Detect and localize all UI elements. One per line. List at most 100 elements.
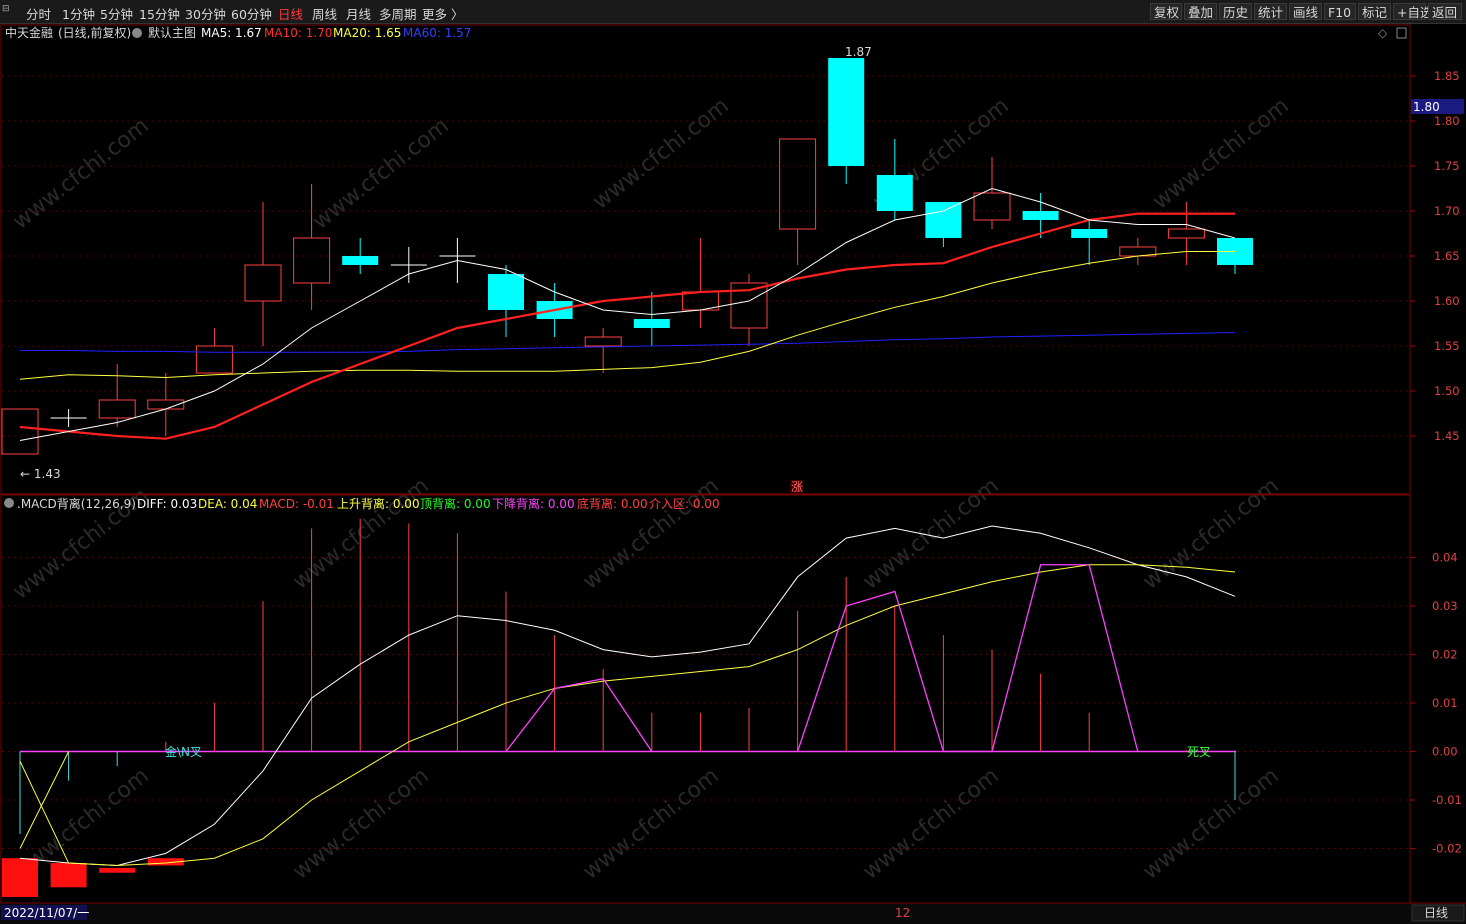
golden-cross-text: 金\N叉 xyxy=(165,744,202,759)
main-panel-border xyxy=(0,24,1411,495)
watermark-1: www.cfchi.com xyxy=(308,113,453,234)
candle-body-down xyxy=(342,256,379,265)
macd-tick-label-5: -0.01 xyxy=(1432,793,1462,807)
candle-body-down xyxy=(488,274,524,310)
macd-tick-label-6: -0.02 xyxy=(1432,842,1462,856)
ma5-line xyxy=(19,187,1236,441)
candle-body-down xyxy=(633,319,670,328)
ma60-label: MA60: 1.57 xyxy=(403,26,471,40)
macd-tick-label-4: 0.00 xyxy=(1432,745,1458,759)
divergence-line-0 xyxy=(505,678,653,752)
macd-tick-label-0: 0.04 xyxy=(1432,551,1458,565)
candle-body-up xyxy=(1167,228,1205,239)
bottom-div-label: 底背离: 0.00 xyxy=(577,496,648,511)
period-note: (日线,前复权) xyxy=(58,25,131,40)
macd-tick-label-3: 0.01 xyxy=(1432,696,1458,710)
divergence-line-1 xyxy=(796,564,1139,753)
ma20-label: MA20: 1.65 xyxy=(333,26,401,40)
time-axis-bar xyxy=(0,903,1466,924)
candle-body-up xyxy=(98,399,136,419)
date-label: 2022/11/07/一 xyxy=(4,906,89,920)
stock-name: 中天金融 xyxy=(5,25,53,40)
template-name[interactable]: 默认主图 xyxy=(148,25,196,40)
candle-19 xyxy=(925,202,962,247)
watermark-layer: www.cfchi.com www.cfchi.com www.cfchi.com w… xyxy=(8,93,1293,884)
watermark-2: www.cfchi.com xyxy=(588,93,733,214)
candle-body-down xyxy=(1022,211,1059,220)
period-label[interactable]: 日线 xyxy=(1424,906,1448,920)
indicator-dropdown-icon[interactable] xyxy=(4,498,14,508)
price-tick-label-3: 1.70 xyxy=(1434,204,1460,218)
watermark-7: www.cfchi.com xyxy=(578,473,723,594)
candle-0 xyxy=(1,408,39,455)
candle-body-up xyxy=(1,408,39,455)
low-price-label: ← 1.43 xyxy=(20,467,61,481)
candle-body-down xyxy=(828,58,865,166)
candle-8 xyxy=(390,247,427,283)
template-dropdown-icon[interactable] xyxy=(132,28,142,38)
candle-body-up xyxy=(973,192,1011,221)
candle-16 xyxy=(779,138,817,265)
candle-22 xyxy=(1071,220,1108,265)
rise-div-label: 上升背离: 0.00 xyxy=(337,496,420,511)
watermark-8: www.cfchi.com xyxy=(858,473,1003,594)
macd-block-2 xyxy=(99,867,136,873)
candle-23 xyxy=(1119,238,1157,265)
macd-title[interactable]: .MACD背离(12,26,9) xyxy=(17,496,136,511)
candle-body-up xyxy=(244,264,282,302)
grid-layer xyxy=(2,75,1409,849)
candle-2 xyxy=(98,364,136,427)
candle-body-down xyxy=(876,175,913,211)
candle-15 xyxy=(730,274,768,346)
watermark-14: www.cfchi.com xyxy=(1138,763,1283,884)
candle-12 xyxy=(584,328,622,373)
ma10-line xyxy=(19,212,1235,440)
month-label: 12 xyxy=(895,906,910,920)
price-tick-label-6: 1.55 xyxy=(1434,339,1460,353)
candle-body-up xyxy=(195,345,233,374)
candle-18 xyxy=(876,139,913,220)
diff-label: DIFF: 0.03 xyxy=(137,497,197,511)
ma10-label: MA10: 1.70 xyxy=(264,26,332,40)
macd-tick-label-2: 0.02 xyxy=(1432,648,1458,662)
current-price-text: 1.80 xyxy=(1413,100,1440,114)
candle-body-up xyxy=(584,336,622,347)
price-tick-label-4: 1.65 xyxy=(1434,249,1460,263)
high-price-label: 1.87 xyxy=(845,45,872,59)
watermark-9: www.cfchi.com xyxy=(1138,473,1283,594)
limit-up-mark: 涨 xyxy=(791,479,803,494)
price-tick-label-5: 1.60 xyxy=(1434,294,1460,308)
macd-block-0 xyxy=(2,858,38,897)
price-tick-label-2: 1.75 xyxy=(1434,159,1460,173)
kline-chart: www.cfchi.com www.cfchi.com www.cfchi.com w… xyxy=(0,24,1466,924)
candle-body-down xyxy=(925,202,962,238)
macd-label: MACD: -0.01 xyxy=(259,497,334,511)
diff-line xyxy=(19,525,1236,866)
price-tick-label-1: 1.80 xyxy=(1434,114,1460,128)
candle-body-up xyxy=(293,237,331,284)
window-icon[interactable] xyxy=(1396,27,1407,39)
top-div-label: 顶背离: 0.00 xyxy=(420,496,491,511)
candle-20 xyxy=(973,157,1011,229)
entry-zone-label: 介入区: 0.00 xyxy=(649,497,720,511)
death-cross-text: 死叉 xyxy=(1187,745,1211,759)
candle-25 xyxy=(1217,238,1253,274)
ma20-line xyxy=(19,251,1235,380)
fall-div-label: 下降背离: 0.00 xyxy=(492,496,575,511)
candle-body-down xyxy=(1071,229,1108,238)
macd-tick-label-1: 0.03 xyxy=(1432,599,1458,613)
watermark-11: www.cfchi.com xyxy=(288,763,433,884)
candle-body-up xyxy=(779,138,817,230)
price-tick-label-8: 1.45 xyxy=(1434,429,1460,443)
diamond-icon[interactable]: ◇ xyxy=(1378,26,1388,40)
dea-label: DEA: 0.04 xyxy=(198,497,257,511)
price-tick-label-0: 1.85 xyxy=(1434,69,1460,83)
price-tick-label-7: 1.50 xyxy=(1434,384,1460,398)
candle-13 xyxy=(633,292,670,346)
axis-layer: 1.85 1.80 1.75 1.70 1.65 1.60 1.55 1.50 1.45 0.04… xyxy=(1410,69,1462,856)
candle-14 xyxy=(681,238,719,328)
watermark-13: www.cfchi.com xyxy=(858,763,1003,884)
candle-1 xyxy=(50,409,87,427)
watermark-0: www.cfchi.com xyxy=(8,113,153,234)
ma60-line xyxy=(20,332,1236,353)
